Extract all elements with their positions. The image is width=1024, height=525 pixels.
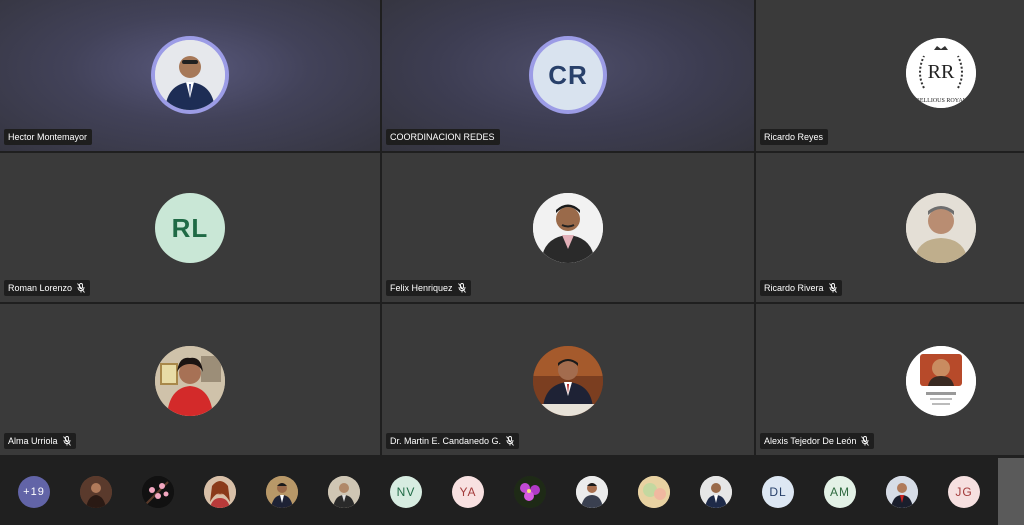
strip-scrollbar[interactable]	[998, 458, 1024, 525]
name-tag: Alma Urriola	[4, 433, 76, 449]
overflow-count-button[interactable]: +19	[18, 476, 50, 508]
participant-tile-coordinacion-redes[interactable]: CR COORDINACION REDES	[382, 0, 754, 151]
name-tag: Alexis Tejedor De León	[760, 433, 875, 449]
strip-avatar[interactable]	[514, 476, 546, 508]
video-grid: Hector Montemayor CR COORDINACION REDES …	[0, 0, 1024, 455]
name-tag: Felix Henriquez	[386, 280, 471, 296]
strip-avatar[interactable]: DL	[762, 476, 794, 508]
mic-off-icon	[62, 436, 71, 446]
strip-avatar[interactable]	[576, 476, 608, 508]
person-photo-icon	[576, 476, 608, 508]
participant-name: Ricardo Rivera	[764, 283, 824, 293]
person-photo-icon	[906, 193, 976, 263]
participant-name: Felix Henriquez	[390, 283, 453, 293]
mic-off-icon	[828, 283, 837, 293]
person-photo-icon	[80, 476, 112, 508]
avatar-initials: AM	[830, 485, 850, 499]
avatar-initials: DL	[769, 485, 787, 499]
cherry-blossom-icon	[142, 476, 174, 508]
participant-name: Hector Montemayor	[8, 132, 88, 142]
avatar-initials: RL	[171, 212, 209, 243]
name-tag: Ricardo Reyes	[760, 129, 829, 145]
name-tag: Hector Montemayor	[4, 129, 93, 145]
participant-tile-alexis-tejedor[interactable]: Alexis Tejedor De León	[756, 304, 1024, 455]
logo-caption: REBELLIOUS ROYALTY	[908, 98, 974, 104]
person-photo-icon	[155, 40, 225, 110]
participant-tile-ricardo-rivera[interactable]: Ricardo Rivera	[756, 153, 1024, 302]
participant-avatar	[155, 346, 225, 416]
participant-tile-roman-lorenzo[interactable]: RL Roman Lorenzo	[0, 153, 380, 302]
participant-name: Alma Urriola	[8, 436, 58, 446]
mic-off-icon	[506, 436, 514, 446]
participant-avatar: CR	[533, 40, 603, 110]
strip-avatar[interactable]: JG	[948, 476, 980, 508]
participant-avatar	[533, 193, 603, 263]
participant-tile-felix-henriquez[interactable]: Felix Henriquez	[382, 153, 754, 302]
avatar-initials: JG	[955, 485, 973, 499]
participant-strip: +19 NV YA DL AM JG	[0, 455, 1024, 525]
strip-avatar[interactable]	[142, 476, 174, 508]
participant-name: Roman Lorenzo	[8, 283, 73, 293]
name-tag: Roman Lorenzo	[4, 280, 91, 296]
profile-card-image-icon	[906, 346, 976, 416]
overflow-count: +19	[23, 486, 45, 498]
participant-name: Alexis Tejedor De León	[764, 436, 857, 446]
participant-avatar: RL	[155, 193, 225, 263]
participant-name: COORDINACION REDES	[390, 132, 495, 142]
participant-tile-ricardo-reyes[interactable]: RR REBELLIOUS ROYALTY Ricardo Reyes	[756, 0, 1024, 151]
participant-avatar	[906, 346, 976, 416]
avatar-initials: NV	[396, 485, 416, 499]
strip-avatar[interactable]: NV	[390, 476, 422, 508]
rebellious-royalty-logo-icon: RR REBELLIOUS ROYALTY	[906, 38, 976, 108]
mic-off-icon	[861, 436, 870, 446]
mic-off-icon	[77, 283, 85, 293]
person-photo-icon	[700, 476, 732, 508]
logo-text: RR	[928, 61, 955, 83]
participant-name: Dr. Martin E. Candanedo G.	[390, 436, 502, 446]
strip-avatar[interactable]	[638, 476, 670, 508]
person-photo-icon	[328, 476, 360, 508]
flower-icon	[514, 476, 546, 508]
avatar-initials: YA	[459, 485, 477, 499]
name-tag: COORDINACION REDES	[386, 129, 500, 145]
participant-tile-alma-urriola[interactable]: Alma Urriola	[0, 304, 380, 455]
strip-avatar[interactable]: AM	[824, 476, 856, 508]
strip-avatar[interactable]	[204, 476, 236, 508]
strip-avatar[interactable]	[266, 476, 298, 508]
avatar-initials: CR	[548, 59, 588, 90]
participant-avatar: RR REBELLIOUS ROYALTY	[906, 38, 976, 108]
person-photo-icon	[266, 476, 298, 508]
person-photo-icon	[886, 476, 918, 508]
person-photo-icon	[533, 193, 603, 263]
person-photo-icon	[204, 476, 236, 508]
strip-avatar[interactable]: YA	[452, 476, 484, 508]
strip-avatar[interactable]	[700, 476, 732, 508]
participant-name: Ricardo Reyes	[764, 132, 824, 142]
participant-tile-hector-montemayor[interactable]: Hector Montemayor	[0, 0, 380, 151]
image-avatar-icon	[638, 476, 670, 508]
strip-avatar[interactable]	[886, 476, 918, 508]
person-photo-icon	[155, 346, 225, 416]
name-tag: Ricardo Rivera	[760, 280, 842, 296]
name-tag: Dr. Martin E. Candanedo G.	[386, 433, 520, 449]
strip-avatar[interactable]	[328, 476, 360, 508]
participant-avatar	[155, 40, 225, 110]
person-photo-icon	[533, 346, 603, 416]
strip-avatar[interactable]	[80, 476, 112, 508]
participant-tile-martin-candanedo[interactable]: Dr. Martin E. Candanedo G.	[382, 304, 754, 455]
mic-off-icon	[457, 283, 466, 293]
participant-avatar	[533, 346, 603, 416]
participant-avatar	[906, 193, 976, 263]
